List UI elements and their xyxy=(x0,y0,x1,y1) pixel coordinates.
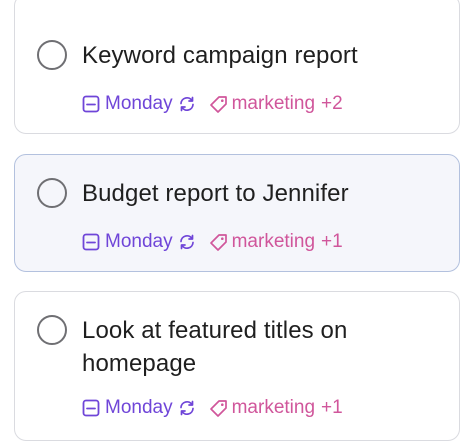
repeat-icon xyxy=(177,398,197,418)
due-date[interactable]: Monday xyxy=(105,397,173,419)
tag-icon xyxy=(209,232,229,252)
complete-checkbox[interactable] xyxy=(37,315,67,345)
task-meta: Monday marketing +1 xyxy=(81,230,343,254)
task-title[interactable]: Keyword campaign report xyxy=(82,39,443,72)
complete-checkbox[interactable] xyxy=(37,178,67,208)
due-date[interactable]: Monday xyxy=(105,93,173,115)
more-tags-count[interactable]: +2 xyxy=(321,93,343,115)
more-tags-count[interactable]: +1 xyxy=(321,231,343,253)
task-meta: Monday marketing +1 xyxy=(81,396,343,420)
tag-label[interactable]: marketing xyxy=(232,93,315,115)
task-title[interactable]: Budget report to Jennifer xyxy=(82,177,443,210)
calendar-icon xyxy=(81,232,101,252)
tag-label[interactable]: marketing xyxy=(232,231,315,253)
repeat-icon xyxy=(177,232,197,252)
calendar-icon xyxy=(81,398,101,418)
due-date[interactable]: Monday xyxy=(105,231,173,253)
task-title[interactable]: Look at featured titles on homepage xyxy=(82,314,443,380)
complete-checkbox[interactable] xyxy=(37,40,67,70)
task-list: Keyword campaign report Monday marketing… xyxy=(0,0,474,448)
task-meta: Monday marketing +2 xyxy=(81,92,343,116)
task-card[interactable]: Keyword campaign report Monday marketing… xyxy=(14,0,460,134)
repeat-icon xyxy=(177,94,197,114)
tag-icon xyxy=(209,398,229,418)
task-card[interactable]: Look at featured titles on homepage Mond… xyxy=(14,291,460,441)
more-tags-count[interactable]: +1 xyxy=(321,397,343,419)
calendar-icon xyxy=(81,94,101,114)
tag-icon xyxy=(209,94,229,114)
task-card-selected[interactable]: Budget report to Jennifer Monday marketi… xyxy=(14,154,460,272)
tag-label[interactable]: marketing xyxy=(232,397,315,419)
